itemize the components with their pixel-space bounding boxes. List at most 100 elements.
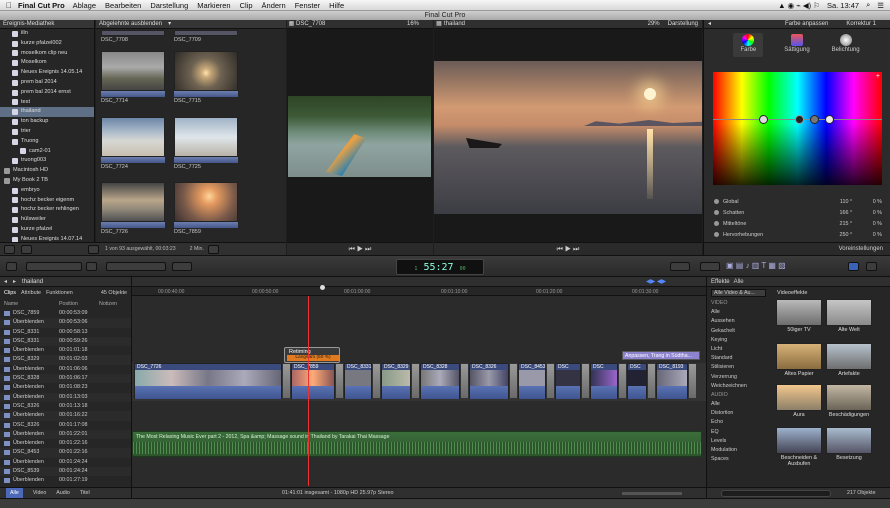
app-menu[interactable]: Final Cut Pro (18, 1, 65, 10)
table-row[interactable]: DSC_8453 00:01:22:16 (0, 448, 131, 458)
inspector-row[interactable]: Global 110 ° 0 % (714, 196, 882, 207)
notification-icon[interactable]: ☰ (877, 1, 884, 10)
library-item[interactable]: Moselkom (0, 58, 94, 68)
viewer2-view[interactable]: Darstellung (660, 20, 702, 28)
library-item[interactable]: Neues Ereignis 14.05.14 (0, 68, 94, 78)
puck-midtones[interactable] (810, 115, 819, 124)
timeline-ruler[interactable]: 00:00:40:00 00:00:50:00 00:01:00:00 00:0… (132, 287, 706, 296)
back-icon[interactable]: ◂ (4, 278, 7, 285)
effects-category[interactable]: Licht (707, 345, 770, 354)
effects-category[interactable]: Verzerrung (707, 373, 770, 382)
library-item[interactable]: truong003 (0, 156, 94, 166)
library-item[interactable]: ton backup (0, 117, 94, 127)
row-value[interactable]: 166 ° (812, 210, 853, 216)
effect-thumb[interactable] (776, 343, 822, 370)
media-icons[interactable]: ▣ ▤ ♪ ▥ T ▦ ▧ (726, 261, 786, 270)
library-item[interactable]: hülsweiler (0, 215, 94, 225)
timeline-clip[interactable]: DSC (590, 363, 618, 399)
clip-thumb[interactable]: DSC_7726 (101, 182, 165, 236)
col-notizen[interactable]: Notizen (99, 301, 117, 309)
radio-icon[interactable] (714, 199, 719, 204)
effect-thumb[interactable] (826, 299, 872, 326)
radio-icon[interactable] (714, 210, 719, 215)
transition[interactable] (460, 363, 469, 399)
table-row[interactable]: DSC_8328 00:01:06:17 (0, 374, 131, 384)
timeline-clip[interactable]: DSC_8453 (518, 363, 546, 399)
import-icon[interactable] (6, 262, 17, 271)
effects-category[interactable]: Weichzeichnen (707, 382, 770, 391)
effects-category[interactable]: Standard (707, 354, 770, 363)
clip-appearance-icon[interactable] (207, 244, 219, 254)
timeline-clip[interactable]: DSC (555, 363, 581, 399)
clock[interactable]: Sa. 13:47 (827, 1, 859, 10)
effects-toggle-icon[interactable] (866, 262, 877, 271)
table-row[interactable]: Überblenden 00:01:06:06 (0, 365, 131, 374)
forward-icon[interactable]: ▸ (13, 278, 16, 285)
col-position[interactable]: Position (59, 301, 99, 309)
inspector-row[interactable]: Hervorhebungen 250 ° 0 % (714, 229, 882, 240)
effects-category[interactable]: Alle (707, 400, 770, 409)
table-row[interactable]: DSC_7859 00:00:53:09 (0, 309, 131, 318)
table-row[interactable]: DSC_8329 00:01:02:03 (0, 355, 131, 365)
clip-thumb[interactable]: DSC_7715 (174, 51, 238, 105)
timeline-clip[interactable]: DSC_8331 (344, 363, 372, 399)
timeline-clip[interactable]: DSC_8326 (469, 363, 509, 399)
effects-category[interactable]: Keying (707, 336, 770, 345)
table-row[interactable]: Überblenden 00:01:01:18 (0, 346, 131, 355)
effects-category[interactable]: Stilisieren (707, 363, 770, 372)
status-icons[interactable]: ▲ ◉ ⌁ ◀) ⚐ (778, 1, 820, 10)
library-item[interactable]: hochz becker rehlingen (0, 205, 94, 215)
filter-video[interactable]: Video (33, 488, 46, 498)
gear-icon[interactable] (21, 244, 32, 254)
effects-category[interactable]: Aussehen (707, 317, 770, 326)
playhead[interactable] (308, 296, 309, 486)
table-row[interactable]: Überblenden 00:01:16:22 (0, 411, 131, 421)
library-item[interactable]: prem bal 2014 (0, 78, 94, 88)
effect-thumb[interactable] (776, 299, 822, 326)
color-board[interactable]: + (713, 72, 882, 185)
library-item[interactable]: kurze pfalzel002 (0, 39, 94, 49)
library-item[interactable]: embryo (0, 186, 94, 196)
table-row[interactable]: Überblenden 00:01:27:19 (0, 476, 131, 485)
menu-markieren[interactable]: Markieren (197, 1, 230, 10)
clip-thumb[interactable]: DSC_7725 (174, 117, 238, 171)
timeline-clip[interactable]: DSC_7859 (291, 363, 335, 399)
play-button[interactable]: ⏮ ▶ ⏭ (349, 246, 372, 253)
table-row[interactable]: Überblenden 00:01:24:24 (0, 458, 131, 467)
tab-saettigung[interactable]: Sättigung (782, 33, 812, 57)
transition[interactable] (335, 363, 344, 399)
table-row[interactable]: DSC_8326 00:01:13:18 (0, 402, 131, 411)
transition[interactable] (546, 363, 555, 399)
select-tool-icon[interactable] (172, 262, 192, 271)
skimmer-marker[interactable] (320, 285, 325, 290)
inspector-toggle-icon[interactable] (848, 262, 859, 271)
radio-icon[interactable] (714, 232, 719, 237)
library-item[interactable]: illn (0, 29, 94, 39)
row-value[interactable]: 250 ° (812, 232, 853, 238)
row-percent[interactable]: 0 % (852, 199, 882, 205)
table-row[interactable]: DSC_8539 00:01:24:24 (0, 467, 131, 477)
table-row[interactable]: Überblenden 00:01:22:16 (0, 439, 131, 448)
timeline-clip[interactable]: DSC_8193 (656, 363, 688, 399)
correction-dropdown[interactable]: Korrektur 1 (846, 20, 890, 28)
table-row[interactable]: DSC_8331 00:00:59:26 (0, 336, 131, 347)
effects-category[interactable]: Modulation (707, 446, 770, 455)
zoom-slider[interactable] (622, 492, 682, 495)
keyword-group[interactable] (26, 262, 82, 271)
presets-button[interactable]: Voreinstellungen (839, 246, 883, 252)
menu-ablage[interactable]: Ablage (73, 1, 96, 10)
title-clip[interactable]: Anpassen, Trang in Südtha... (622, 351, 700, 360)
apple-icon[interactable]:  (0, 1, 18, 10)
timeline-clip[interactable]: DSC_8328 (420, 363, 460, 399)
effects-category[interactable]: Echo (707, 418, 770, 427)
duration-label[interactable]: 2 Min. (190, 246, 204, 252)
plus-icon[interactable]: + (876, 73, 880, 80)
row-percent[interactable]: 0 % (852, 232, 882, 238)
col-name[interactable]: Name (4, 301, 59, 309)
library-item[interactable]: cam2-01 (0, 147, 94, 157)
table-row[interactable]: Überblenden 00:01:22:01 (0, 429, 131, 440)
tab-farbe[interactable]: Farbe (733, 33, 764, 57)
filter-alle[interactable]: Alle (6, 488, 23, 498)
edit-buttons[interactable] (106, 262, 166, 271)
filter-titel[interactable]: Titel (80, 488, 90, 498)
